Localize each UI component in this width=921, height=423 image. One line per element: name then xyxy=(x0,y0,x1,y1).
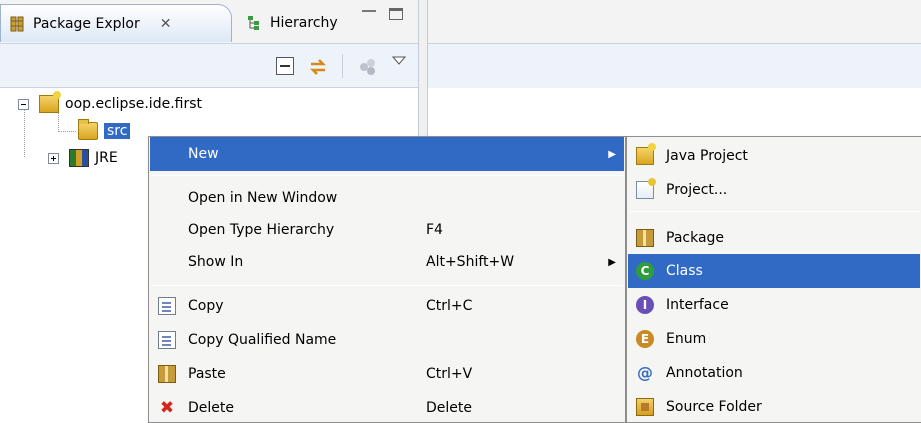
menu-item-copy[interactable]: Copy Ctrl+C xyxy=(150,289,624,323)
menu-item-open-in-new-window[interactable]: Open in New Window xyxy=(150,181,624,215)
project-icon xyxy=(636,178,656,199)
expand-toggle-icon[interactable] xyxy=(48,152,59,164)
copy-qualified-name-icon xyxy=(158,331,176,349)
package-explorer-icon xyxy=(9,16,25,32)
tab-label: Package Explor xyxy=(33,15,140,32)
menu-item-new[interactable]: New ▶ xyxy=(150,137,624,171)
view-toolbar xyxy=(0,44,418,88)
view-menu-icon[interactable] xyxy=(391,54,410,72)
interface-icon: I xyxy=(636,296,654,314)
menu-item-project[interactable]: Project... xyxy=(628,173,920,207)
tree-item-jre[interactable]: JRE xyxy=(48,146,118,170)
editor-area-toolbar xyxy=(428,44,921,88)
menu-item-annotation[interactable]: @ Annotation xyxy=(628,356,920,390)
tree-item-project[interactable]: oop.eclipse.ide.first xyxy=(18,91,202,116)
link-with-editor-icon[interactable] xyxy=(308,57,327,75)
editor-area-header xyxy=(428,0,921,44)
menu-separator xyxy=(151,175,623,176)
src-label: src xyxy=(104,123,131,139)
menu-item-delete[interactable]: ✖ Delete Delete xyxy=(150,391,624,423)
menu-item-class[interactable]: C Class xyxy=(628,254,920,288)
menu-item-open-type-hierarchy[interactable]: Open Type Hierarchy F4 xyxy=(150,213,624,247)
collapse-all-icon[interactable] xyxy=(276,57,294,75)
menu-item-java-project[interactable]: Java Project xyxy=(628,139,920,173)
project-label: oop.eclipse.ide.first xyxy=(65,96,202,112)
java-project-folder-icon xyxy=(39,91,61,113)
toolbar-separator xyxy=(342,54,343,78)
menu-item-enum[interactable]: E Enum xyxy=(628,322,920,356)
library-icon xyxy=(69,149,89,167)
collapse-toggle-icon[interactable] xyxy=(18,98,29,110)
tree-item-src[interactable]: src xyxy=(78,119,131,143)
close-icon[interactable]: ✕ xyxy=(160,16,172,32)
menu-item-show-in[interactable]: Show In Alt+Shift+W ▶ xyxy=(150,245,624,279)
view-tab-bar: Package Explor ✕ Hierarchy xyxy=(0,0,418,44)
source-folder-icon xyxy=(78,119,98,140)
jre-label: JRE xyxy=(95,150,118,166)
submenu-arrow-icon: ▶ xyxy=(608,148,616,160)
menu-item-source-folder[interactable]: Source Folder xyxy=(628,390,920,423)
menu-item-copy-qualified-name[interactable]: Copy Qualified Name xyxy=(150,323,624,357)
new-submenu: Java Project Project... Package C Class … xyxy=(626,136,921,423)
tab-package-explorer[interactable]: Package Explor ✕ xyxy=(0,4,232,42)
maximize-icon[interactable] xyxy=(389,8,403,20)
copy-icon xyxy=(158,297,176,315)
paste-icon xyxy=(158,365,176,383)
tab-label: Hierarchy xyxy=(270,15,338,31)
hierarchy-icon xyxy=(246,15,262,31)
menu-separator xyxy=(151,285,623,286)
menu-item-package[interactable]: Package xyxy=(628,221,920,255)
submenu-arrow-icon: ▶ xyxy=(608,256,616,268)
minimize-icon[interactable] xyxy=(362,10,376,14)
enum-icon: E xyxy=(636,330,654,348)
context-menu: New ▶ Open in New Window Open Type Hiera… xyxy=(148,136,626,423)
annotation-icon: @ xyxy=(637,363,653,382)
source-folder-icon xyxy=(636,398,654,416)
delete-icon: ✖ xyxy=(159,398,175,418)
class-icon: C xyxy=(636,262,654,280)
menu-item-interface[interactable]: I Interface xyxy=(628,288,920,322)
tab-hierarchy[interactable]: Hierarchy xyxy=(232,4,352,42)
focus-icon[interactable] xyxy=(358,57,376,75)
package-icon xyxy=(636,229,654,247)
java-project-icon xyxy=(636,143,656,165)
menu-item-paste[interactable]: Paste Ctrl+V xyxy=(150,357,624,391)
menu-separator xyxy=(629,211,919,212)
